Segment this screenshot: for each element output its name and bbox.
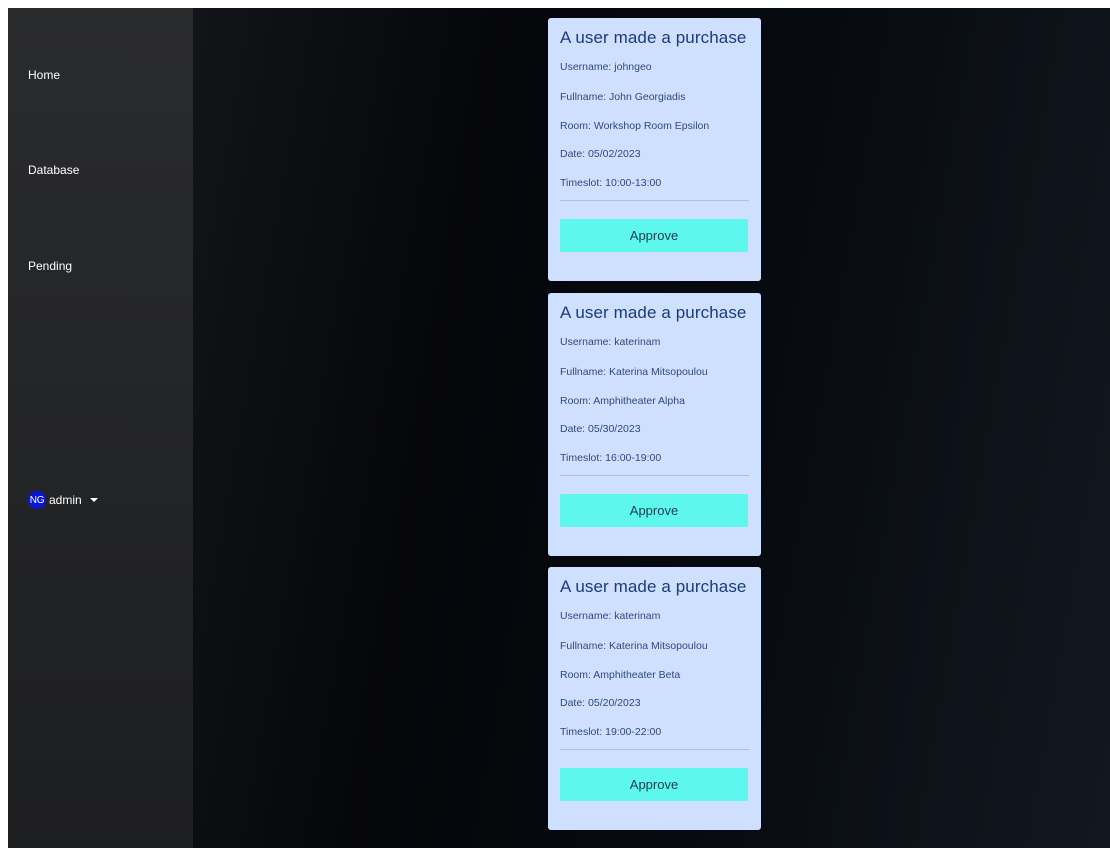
user-name: admin	[49, 493, 82, 507]
card-title: A user made a purchase	[560, 577, 747, 596]
sidebar-item-home[interactable]: Home	[28, 68, 60, 82]
card-date: Date: 05/02/2023	[560, 148, 641, 160]
sidebar: Home Database Pending NG admin	[8, 8, 193, 848]
card-title: A user made a purchase	[560, 303, 747, 322]
approve-button[interactable]: Approve	[560, 494, 748, 527]
card-fullname: Fullname: Katerina Mitsopoulou	[560, 366, 708, 378]
card-date: Date: 05/20/2023	[560, 697, 641, 709]
caret-down-icon	[89, 498, 98, 502]
card-room: Room: Amphitheater Alpha	[560, 395, 685, 407]
card-divider	[560, 200, 749, 201]
purchase-card: A user made a purchase Username: katerin…	[548, 293, 761, 556]
sidebar-item-pending[interactable]: Pending	[28, 259, 72, 273]
card-timeslot: Timeslot: 10:00-13:00	[560, 177, 662, 189]
card-divider	[560, 749, 749, 750]
card-fullname: Fullname: Katerina Mitsopoulou	[560, 640, 708, 652]
purchase-card: A user made a purchase Username: katerin…	[548, 567, 761, 830]
card-timeslot: Timeslot: 19:00-22:00	[560, 726, 662, 738]
card-username: Username: katerinam	[560, 336, 661, 348]
sidebar-item-database[interactable]: Database	[28, 163, 79, 177]
card-username: Username: katerinam	[560, 610, 661, 622]
card-date: Date: 05/30/2023	[560, 423, 641, 435]
card-room: Room: Workshop Room Epsilon	[560, 120, 710, 132]
main-content: A user made a purchase Username: johngeo…	[193, 8, 1110, 848]
card-username: Username: johngeo	[560, 61, 652, 73]
card-room: Room: Amphitheater Beta	[560, 669, 681, 681]
purchase-card: A user made a purchase Username: johngeo…	[548, 18, 761, 281]
approve-button[interactable]: Approve	[560, 768, 748, 801]
card-divider	[560, 475, 749, 476]
app-frame: Home Database Pending NG admin A user ma…	[8, 8, 1110, 848]
user-menu-dropdown[interactable]: NG admin	[28, 491, 98, 509]
card-fullname: Fullname: John Georgiadis	[560, 91, 686, 103]
card-timeslot: Timeslot: 16:00-19:00	[560, 452, 662, 464]
approve-button[interactable]: Approve	[560, 219, 748, 252]
card-title: A user made a purchase	[560, 28, 747, 47]
avatar: NG	[28, 491, 46, 509]
